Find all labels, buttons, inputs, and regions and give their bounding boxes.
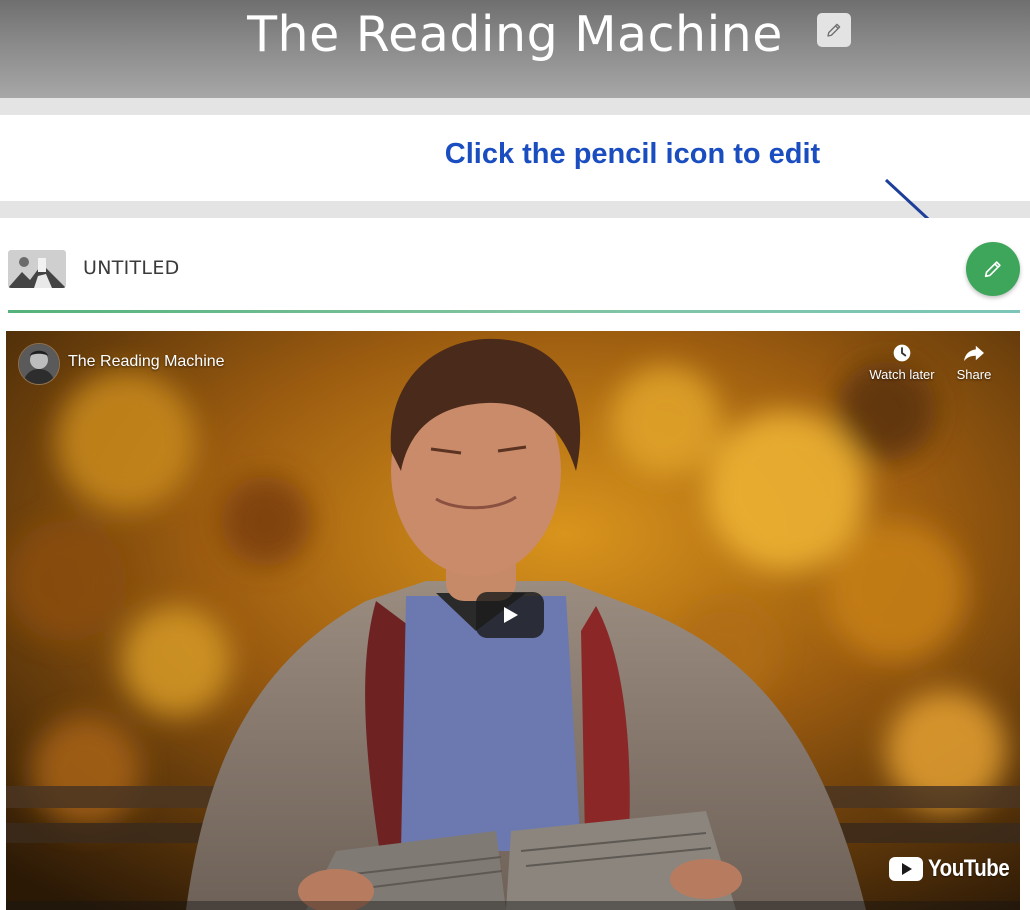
content-card: UNTITLED The Reading Machine Watch later… bbox=[0, 218, 1030, 910]
page-title-box: The Reading Machine bbox=[247, 6, 851, 63]
play-icon bbox=[504, 607, 518, 623]
youtube-logo-icon bbox=[889, 857, 923, 881]
clock-icon bbox=[893, 344, 911, 362]
share-button[interactable]: Share bbox=[950, 343, 998, 382]
watch-later-label: Watch later bbox=[869, 367, 935, 382]
title-edit-button[interactable] bbox=[816, 13, 851, 47]
page-title: The Reading Machine bbox=[247, 6, 783, 63]
page-header: The Reading Machine bbox=[0, 0, 1030, 98]
share-arrow-icon bbox=[964, 345, 984, 362]
video-player[interactable]: The Reading Machine Watch later Share Yo… bbox=[6, 331, 1020, 910]
edit-section-button[interactable] bbox=[966, 242, 1020, 296]
instruction-text: Click the pencil icon to edit bbox=[444, 138, 821, 170]
channel-avatar[interactable] bbox=[18, 343, 60, 385]
page: The Reading Machine Click the pencil ico… bbox=[0, 0, 1030, 910]
section-title: UNTITLED bbox=[83, 257, 180, 279]
youtube-logo[interactable]: YouTube bbox=[889, 855, 1020, 883]
pencil-icon bbox=[984, 261, 1001, 278]
page-title-wrap: The Reading Machine bbox=[0, 6, 1030, 63]
thumbnail-image bbox=[8, 250, 66, 288]
play-button[interactable] bbox=[476, 592, 544, 638]
video-controls-bar[interactable] bbox=[6, 901, 1020, 910]
section-thumbnail bbox=[8, 250, 66, 288]
share-label: Share bbox=[956, 367, 992, 382]
avatar-image bbox=[19, 344, 59, 384]
youtube-brand-label: YouTube bbox=[928, 855, 1010, 882]
video-title[interactable]: The Reading Machine bbox=[68, 353, 225, 371]
watch-later-button[interactable]: Watch later bbox=[862, 343, 942, 382]
section-divider bbox=[8, 310, 1020, 313]
pencil-icon bbox=[827, 23, 841, 37]
